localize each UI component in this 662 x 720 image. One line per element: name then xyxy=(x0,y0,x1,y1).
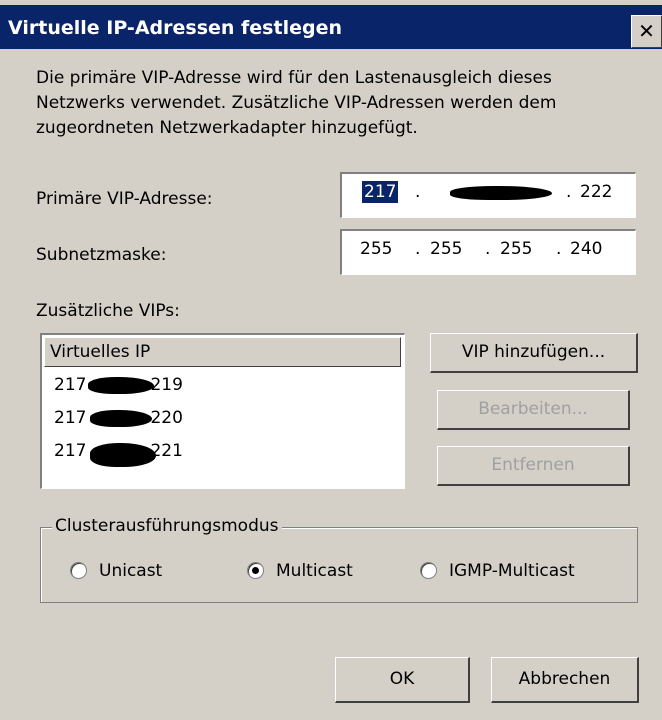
primary-vip-octet-1[interactable]: 217 xyxy=(362,181,399,203)
column-header-virtual-ip[interactable]: Virtuelles IP xyxy=(44,337,401,367)
igmp-multicast-radio[interactable] xyxy=(420,562,437,579)
primary-vip-octet-4[interactable]: 222 xyxy=(580,182,612,202)
redaction-scribble xyxy=(450,186,552,200)
vip-dialog: Virtuelle IP-Adressen festlegen ✕ Die pr… xyxy=(0,0,662,720)
igmp-multicast-label[interactable]: IGMP-Multicast xyxy=(449,561,575,581)
ip-dot: . xyxy=(415,182,421,202)
subnet-octet-2[interactable]: 255 xyxy=(430,239,462,259)
remove-button[interactable]: Entfernen xyxy=(437,446,630,486)
subnet-octet-1[interactable]: 255 xyxy=(360,239,392,259)
subnet-label: Subnetzmaske: xyxy=(36,245,167,265)
window-title: Virtuelle IP-Adressen festlegen xyxy=(8,17,342,39)
description-text: Die primäre VIP-Adresse wird für den Las… xyxy=(36,68,557,138)
unicast-radio[interactable] xyxy=(70,562,87,579)
redaction-scribble xyxy=(88,377,154,394)
edit-button[interactable]: Bearbeiten... xyxy=(437,390,630,430)
cancel-button[interactable]: Abbrechen xyxy=(491,657,639,703)
multicast-radio[interactable] xyxy=(247,562,264,579)
redaction-scribble xyxy=(90,443,156,467)
ip-dot: . xyxy=(415,239,421,259)
primary-vip-label: Primäre VIP-Adresse: xyxy=(36,189,213,209)
redaction-scribble xyxy=(90,410,152,427)
additional-vips-list[interactable]: Virtuelles IP 217 219 217 220 217 221 xyxy=(40,333,405,489)
subnet-octet-3[interactable]: 255 xyxy=(500,239,532,259)
ip-dot: . xyxy=(566,182,572,202)
selected-dot xyxy=(252,567,259,574)
ok-button[interactable]: OK xyxy=(335,657,470,703)
subnet-field[interactable]: 255 . 255 . 255 . 240 xyxy=(340,229,636,275)
primary-vip-field[interactable]: 217 . . 222 xyxy=(340,172,636,218)
close-icon: ✕ xyxy=(638,19,655,43)
ip-dot: . xyxy=(556,239,562,259)
subnet-octet-4[interactable]: 240 xyxy=(570,239,602,259)
add-vip-button[interactable]: VIP hinzufügen... xyxy=(430,333,638,373)
ip-dot: . xyxy=(485,239,491,259)
close-button[interactable]: ✕ xyxy=(631,15,662,48)
additional-vips-label: Zusätzliche VIPs: xyxy=(36,301,180,321)
cluster-mode-label: Clusterausführungsmodus xyxy=(52,516,282,536)
unicast-label[interactable]: Unicast xyxy=(99,561,162,581)
title-bar[interactable]: Virtuelle IP-Adressen festlegen ✕ xyxy=(0,5,662,49)
multicast-label[interactable]: Multicast xyxy=(276,561,353,581)
